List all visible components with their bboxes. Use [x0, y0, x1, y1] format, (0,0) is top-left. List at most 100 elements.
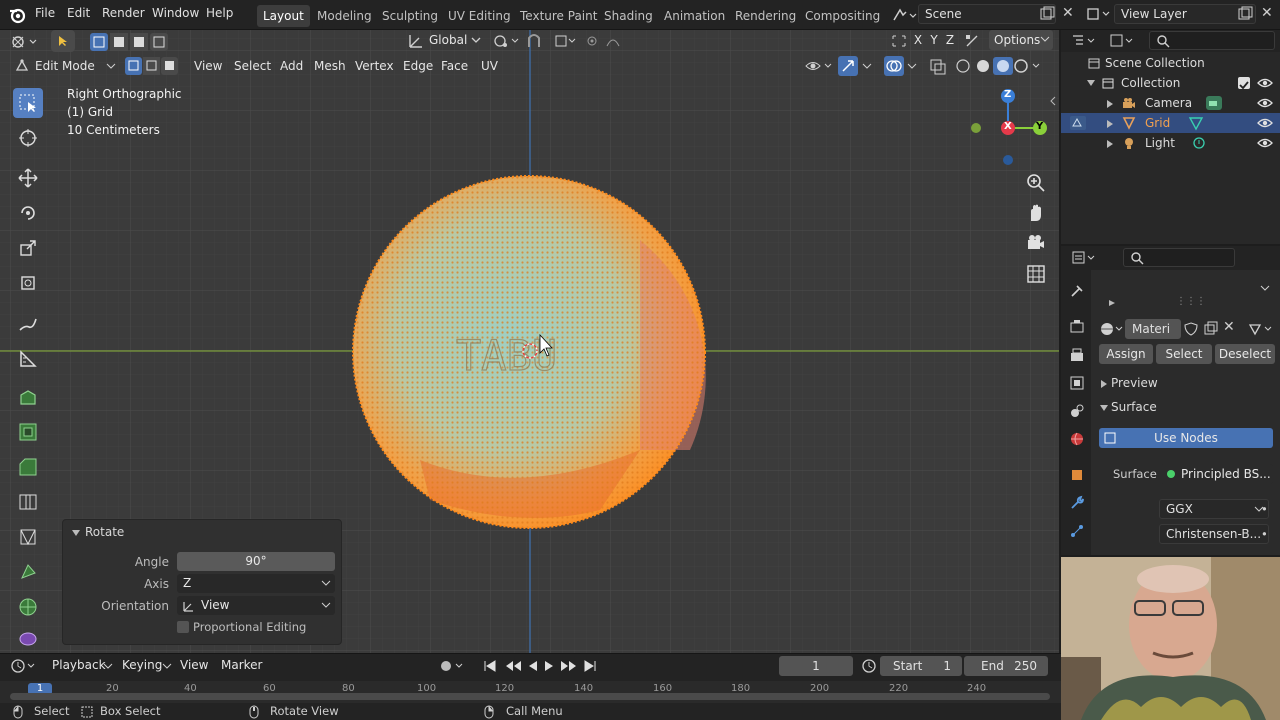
orientation-select[interactable]: View [177, 596, 335, 615]
tab-object[interactable] [1066, 464, 1088, 486]
tool-inset[interactable] [13, 417, 43, 447]
tool-scale[interactable] [13, 233, 43, 263]
zoom-icon[interactable] [1026, 173, 1046, 193]
expand-arrow-icon[interactable] [1106, 99, 1114, 109]
playback-controls[interactable] [481, 657, 601, 675]
scene-collection-row[interactable]: Scene Collection [1061, 53, 1280, 73]
select-mode-buttons[interactable] [89, 32, 184, 52]
current-frame-field[interactable]: 1 [779, 656, 853, 676]
menu-uv[interactable]: UV [481, 56, 498, 76]
blender-logo-icon[interactable] [8, 6, 26, 24]
menu-help[interactable]: Help [206, 6, 233, 20]
transform-orientation-select[interactable]: Global [429, 30, 467, 50]
collection-row[interactable]: Collection [1061, 73, 1280, 93]
menu-file[interactable]: File [35, 6, 55, 20]
tool-move[interactable] [13, 163, 43, 193]
auto-merge-icon[interactable] [963, 32, 983, 50]
keyframe-dot-icon[interactable]: • [1261, 502, 1268, 516]
tab-modeling[interactable]: Modeling [311, 5, 378, 27]
close-view-layer-icon[interactable]: ✕ [1261, 5, 1273, 21]
tool-poly-build[interactable] [13, 557, 43, 587]
collection-checkbox[interactable] [1238, 77, 1250, 90]
eye-icon[interactable] [1257, 137, 1273, 149]
keyframe-dot-icon[interactable]: • [1261, 527, 1268, 541]
view-layer-field[interactable]: View Layer [1114, 4, 1256, 24]
tool-spin[interactable] [13, 592, 43, 622]
tool-extrude[interactable] [13, 382, 43, 412]
surface-shader-field[interactable]: Principled BS... [1161, 464, 1273, 484]
surface-panel-header[interactable]: Surface [1093, 398, 1280, 418]
eye-icon[interactable] [1257, 117, 1273, 129]
menu-mesh[interactable]: Mesh [314, 56, 346, 76]
new-scene-icon[interactable] [1039, 6, 1055, 22]
tab-animation[interactable]: Animation [658, 5, 731, 27]
edit-mode-toggle-icon[interactable] [1069, 115, 1087, 131]
distribution-select[interactable]: GGX [1159, 499, 1269, 519]
tool-bevel[interactable] [13, 452, 43, 482]
tab-world[interactable] [1066, 428, 1088, 450]
assign-button[interactable]: Assign [1099, 344, 1153, 364]
options-dropdown[interactable]: Options [989, 30, 1053, 50]
snap-icon[interactable] [525, 32, 577, 50]
tab-scene[interactable] [1066, 400, 1088, 422]
tool-select-box[interactable] [13, 88, 43, 118]
editor-type-icon[interactable] [10, 33, 40, 51]
toggle-projection-icon[interactable] [1026, 264, 1046, 284]
tab-shading[interactable]: Shading [598, 5, 659, 27]
menu-view[interactable]: View [194, 56, 222, 76]
fake-user-shield-icon[interactable] [1183, 321, 1199, 337]
unlink-material-icon[interactable]: ✕ [1223, 319, 1235, 335]
tab-render[interactable] [1066, 316, 1088, 338]
tab-particles[interactable] [1066, 520, 1088, 542]
shading-mode-buttons[interactable] [954, 57, 1042, 75]
view-layer-icon[interactable] [1086, 6, 1114, 22]
mirror-z-toggle[interactable]: Z [943, 30, 957, 50]
timeline-scrollbar[interactable] [10, 693, 1050, 700]
light-data-icon[interactable] [1191, 136, 1207, 150]
end-frame-field[interactable]: End 250 [964, 656, 1048, 676]
select-button[interactable]: Select [1156, 344, 1212, 364]
chevron-down-icon[interactable] [1259, 284, 1271, 294]
expand-arrow-icon[interactable] [1107, 298, 1117, 308]
auto-keying-icon[interactable] [438, 658, 468, 674]
material-browse-icon[interactable] [1099, 321, 1123, 337]
outliner-item-grid[interactable]: Grid [1061, 113, 1280, 133]
tab-texture-paint[interactable]: Texture Paint [514, 5, 603, 27]
menu-render[interactable]: Render [102, 6, 145, 20]
tool-loop-cut[interactable] [13, 487, 43, 517]
timeline-ruler[interactable]: 1 20 40 60 80 100 120 140 160 180 200 22… [0, 681, 1061, 703]
tool-select-header-button[interactable] [51, 30, 75, 52]
mirror-y-toggle[interactable]: Y [927, 30, 941, 50]
tab-compositing[interactable]: Compositing [799, 5, 886, 27]
outliner-item-light[interactable]: Light [1061, 133, 1280, 153]
pan-hand-icon[interactable] [1026, 203, 1046, 223]
menu-edge[interactable]: Edge [403, 56, 433, 76]
collapse-arrow-icon[interactable] [71, 528, 81, 538]
tool-smooth[interactable] [13, 626, 43, 650]
mesh-select-mode-buttons[interactable] [124, 57, 182, 75]
preview-panel-header[interactable]: Preview [1093, 374, 1280, 394]
menu-face[interactable]: Face [441, 56, 468, 76]
mesh-data-icon[interactable] [1187, 115, 1205, 131]
proportional-editing-icon[interactable] [583, 32, 633, 50]
tool-rotate[interactable] [13, 198, 43, 228]
new-view-layer-icon[interactable] [1237, 6, 1253, 22]
menu-select[interactable]: Select [234, 56, 271, 76]
scene-selector-icon[interactable] [891, 6, 917, 24]
subsurface-method-select[interactable]: Christensen-B... [1159, 524, 1269, 544]
timeline-editor-icon[interactable] [10, 658, 40, 674]
outliner-search-field[interactable] [1149, 31, 1275, 50]
menu-add[interactable]: Add [280, 56, 303, 76]
tab-uv-editing[interactable]: UV Editing [442, 5, 517, 27]
tab-rendering[interactable]: Rendering [729, 5, 802, 27]
xray-toggle-icon[interactable] [929, 58, 947, 76]
tab-modifiers[interactable] [1066, 492, 1088, 514]
scene-name-field[interactable]: Scene [918, 4, 1056, 24]
deselect-button[interactable]: Deselect [1215, 344, 1275, 364]
expand-arrow-icon[interactable] [1086, 79, 1096, 87]
mode-select[interactable]: Edit Mode [35, 56, 95, 76]
use-nodes-button[interactable]: Use Nodes [1099, 428, 1273, 448]
tool-cursor[interactable] [13, 123, 43, 153]
start-frame-field[interactable]: Start 1 [880, 656, 962, 676]
tab-view-layer[interactable] [1066, 372, 1088, 394]
